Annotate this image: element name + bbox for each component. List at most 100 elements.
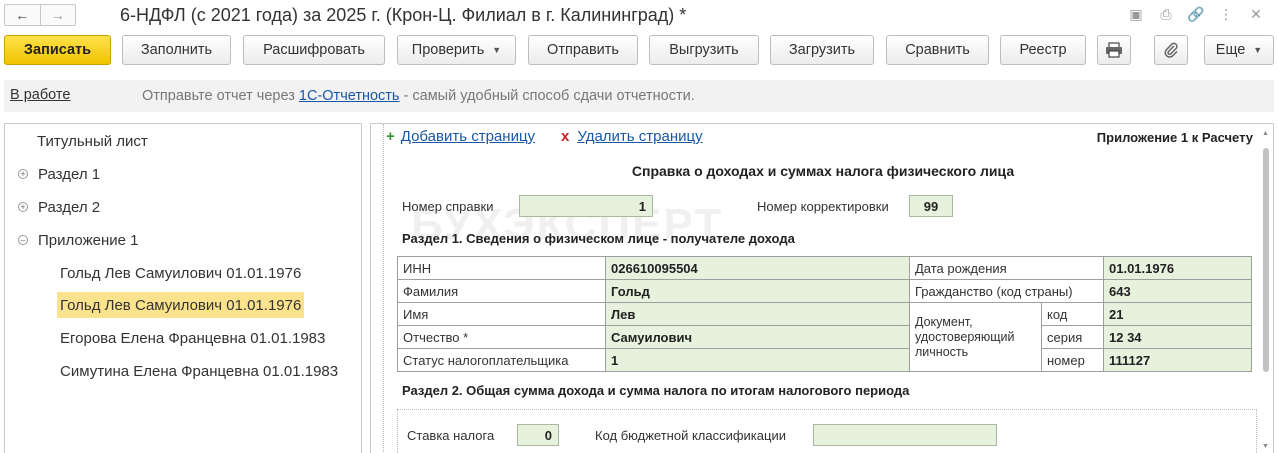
toolbar: Записать Заполнить Расшифровать Проверит… <box>0 35 1278 67</box>
kbk-label: Код бюджетной классификации <box>595 428 786 443</box>
kbk-field[interactable] <box>813 424 997 446</box>
inn-field[interactable]: 026610095504 <box>605 256 910 280</box>
close-icon[interactable]: ✕ <box>1248 6 1264 22</box>
name-label: Имя <box>397 302 606 326</box>
doc-number-field[interactable]: 111127 <box>1103 348 1252 372</box>
nav-buttons: ← → <box>4 4 76 26</box>
fill-button[interactable]: Заполнить <box>122 35 231 65</box>
window-icons: ▣ ⎙ 🔗 ⋮ ✕ <box>1128 6 1264 22</box>
birth-date-label: Дата рождения <box>909 256 1104 280</box>
attach-button[interactable] <box>1154 35 1188 65</box>
table-row: Отчество * Самуилович серия 12 34 <box>397 325 1252 349</box>
tree-item-appendix1[interactable]: – Приложение 1 <box>18 227 139 253</box>
table-row: Имя Лев Документ, удостоверяющий личност… <box>397 302 1252 372</box>
info-bar: В работе Отправьте отчет через 1С-Отчетн… <box>4 80 1274 112</box>
correction-number-label: Номер корректировки <box>757 199 889 214</box>
tree-item-label: Раздел 1 <box>38 165 101 183</box>
cert-number-field[interactable]: 1 <box>519 195 653 217</box>
registry-button[interactable]: Реестр <box>1000 35 1086 65</box>
print-icon[interactable]: ⎙ <box>1158 6 1174 22</box>
paperclip-icon <box>1164 42 1178 58</box>
doc-code-field[interactable]: 21 <box>1103 302 1252 326</box>
status-link[interactable]: В работе <box>10 87 70 103</box>
tree-item-section2[interactable]: + Раздел 2 <box>18 194 100 220</box>
title-bar: ← → 6-НДФЛ (с 2021 года) за 2025 г. (Кро… <box>0 0 1278 33</box>
tree-item-person-selected[interactable]: Гольд Лев Самуилович 01.01.1976 <box>57 292 305 318</box>
form-pane: БУХЭКСПЕРТ + Добавить страницу x Удалить с… <box>370 123 1274 453</box>
delete-page-action[interactable]: x Удалить страницу <box>561 128 703 145</box>
more-button-label: Еще <box>1215 42 1246 58</box>
tree-item-person[interactable]: Симутина Елена Францевна 01.01.1983 <box>60 358 338 384</box>
doc-series-field[interactable]: 12 34 <box>1103 325 1252 349</box>
scroll-down-icon[interactable]: ▼ <box>1262 443 1269 450</box>
plus-icon: + <box>386 128 395 145</box>
back-arrow-icon[interactable]: ← <box>5 5 40 25</box>
vertical-scrollbar[interactable]: ▲ ▼ <box>1262 130 1270 450</box>
expand-plus-icon[interactable]: + <box>18 169 28 179</box>
chevron-down-icon: ▼ <box>492 45 502 55</box>
form-heading: Справка о доходах и суммах налога физиче… <box>631 163 1015 179</box>
tax-rate-label: Ставка налога <box>407 428 495 443</box>
forward-arrow-icon[interactable]: → <box>39 5 76 25</box>
doc-code-label: код <box>1041 302 1104 326</box>
import-button[interactable]: Загрузить <box>770 35 874 65</box>
info-message: Отправьте отчет через 1С-Отчетность - са… <box>142 88 695 104</box>
link-icon[interactable]: 🔗 <box>1187 6 1204 22</box>
delete-page-link[interactable]: Удалить страницу <box>577 128 702 145</box>
doc-series-label: серия <box>1041 325 1104 349</box>
tree-item-title-sheet[interactable]: Титульный лист <box>37 128 148 154</box>
inn-label: ИНН <box>397 256 606 280</box>
tree-item-label: Приложение 1 <box>38 231 139 249</box>
tax-rate-field[interactable]: 0 <box>517 424 559 446</box>
more-vertical-icon[interactable]: ⋮ <box>1218 6 1234 22</box>
table-row: ИНН 026610095504 Дата рождения 01.01.197… <box>397 256 1252 280</box>
name-field[interactable]: Лев <box>605 302 910 326</box>
expand-plus-icon[interactable]: + <box>18 202 28 212</box>
table-row: Статус налогоплательщика 1 номер 111127 <box>397 348 1252 372</box>
add-page-action[interactable]: + Добавить страницу <box>386 128 535 145</box>
add-page-link[interactable]: Добавить страницу <box>401 128 535 145</box>
section1-title: Раздел 1. Сведения о физическом лице - п… <box>402 231 795 246</box>
id-document-label: Документ, удостоверяющий личность <box>909 302 1042 372</box>
delete-x-icon: x <box>561 128 570 145</box>
correction-number-field[interactable]: 99 <box>909 195 953 217</box>
cert-number-label: Номер справки <box>402 199 494 214</box>
patronymic-field[interactable]: Самуилович <box>605 325 910 349</box>
scroll-up-icon[interactable]: ▲ <box>1262 130 1269 137</box>
tree-item-person[interactable]: Гольд Лев Самуилович 01.01.1976 <box>60 260 301 286</box>
collapse-minus-icon[interactable]: – <box>18 235 28 245</box>
table-row: Фамилия Гольд Гражданство (код страны) 6… <box>397 279 1252 303</box>
info-text-before: Отправьте отчет через <box>142 88 299 104</box>
birth-date-field[interactable]: 01.01.1976 <box>1103 256 1252 280</box>
report-structure-tree: Титульный лист + Раздел 1 + Раздел 2 – П… <box>4 123 362 453</box>
save-disk-icon[interactable]: ▣ <box>1128 6 1144 22</box>
person-info-table: ИНН 026610095504 Дата рождения 01.01.197… <box>397 256 1252 372</box>
surname-label: Фамилия <box>397 279 606 303</box>
print-button[interactable] <box>1097 35 1131 65</box>
patronymic-label: Отчество * <box>397 325 606 349</box>
printer-icon <box>1106 42 1122 58</box>
check-button-label: Проверить <box>411 42 485 58</box>
more-dropdown-button[interactable]: Еще ▼ <box>1204 35 1274 65</box>
send-button[interactable]: Отправить <box>528 35 638 65</box>
taxpayer-status-field[interactable]: 1 <box>605 348 910 372</box>
citizenship-field[interactable]: 643 <box>1103 279 1252 303</box>
section2-title: Раздел 2. Общая сумма дохода и сумма нал… <box>402 383 910 398</box>
tree-item-label: Раздел 2 <box>38 198 101 216</box>
export-button[interactable]: Выгрузить <box>649 35 759 65</box>
taxpayer-status-label: Статус налогоплательщика <box>397 348 606 372</box>
chevron-down-icon: ▼ <box>1253 45 1263 55</box>
tree-item-person[interactable]: Егорова Елена Францевна 01.01.1983 <box>60 325 325 351</box>
decode-button[interactable]: Расшифровать <box>243 35 385 65</box>
window-title: 6-НДФЛ (с 2021 года) за 2025 г. (Крон-Ц.… <box>120 5 687 25</box>
check-dropdown-button[interactable]: Проверить ▼ <box>397 35 516 65</box>
info-text-after: - самый удобный способ сдачи отчетности. <box>399 88 695 104</box>
surname-field[interactable]: Гольд <box>605 279 910 303</box>
scrollbar-thumb[interactable] <box>1263 148 1269 372</box>
save-button[interactable]: Записать <box>4 35 111 65</box>
tree-item-section1[interactable]: + Раздел 1 <box>18 161 100 187</box>
appendix-label: Приложение 1 к Расчету <box>1096 130 1253 145</box>
compare-button[interactable]: Сравнить <box>886 35 989 65</box>
1c-reporting-link[interactable]: 1С-Отчетность <box>299 88 400 104</box>
doc-number-label: номер <box>1041 348 1104 372</box>
